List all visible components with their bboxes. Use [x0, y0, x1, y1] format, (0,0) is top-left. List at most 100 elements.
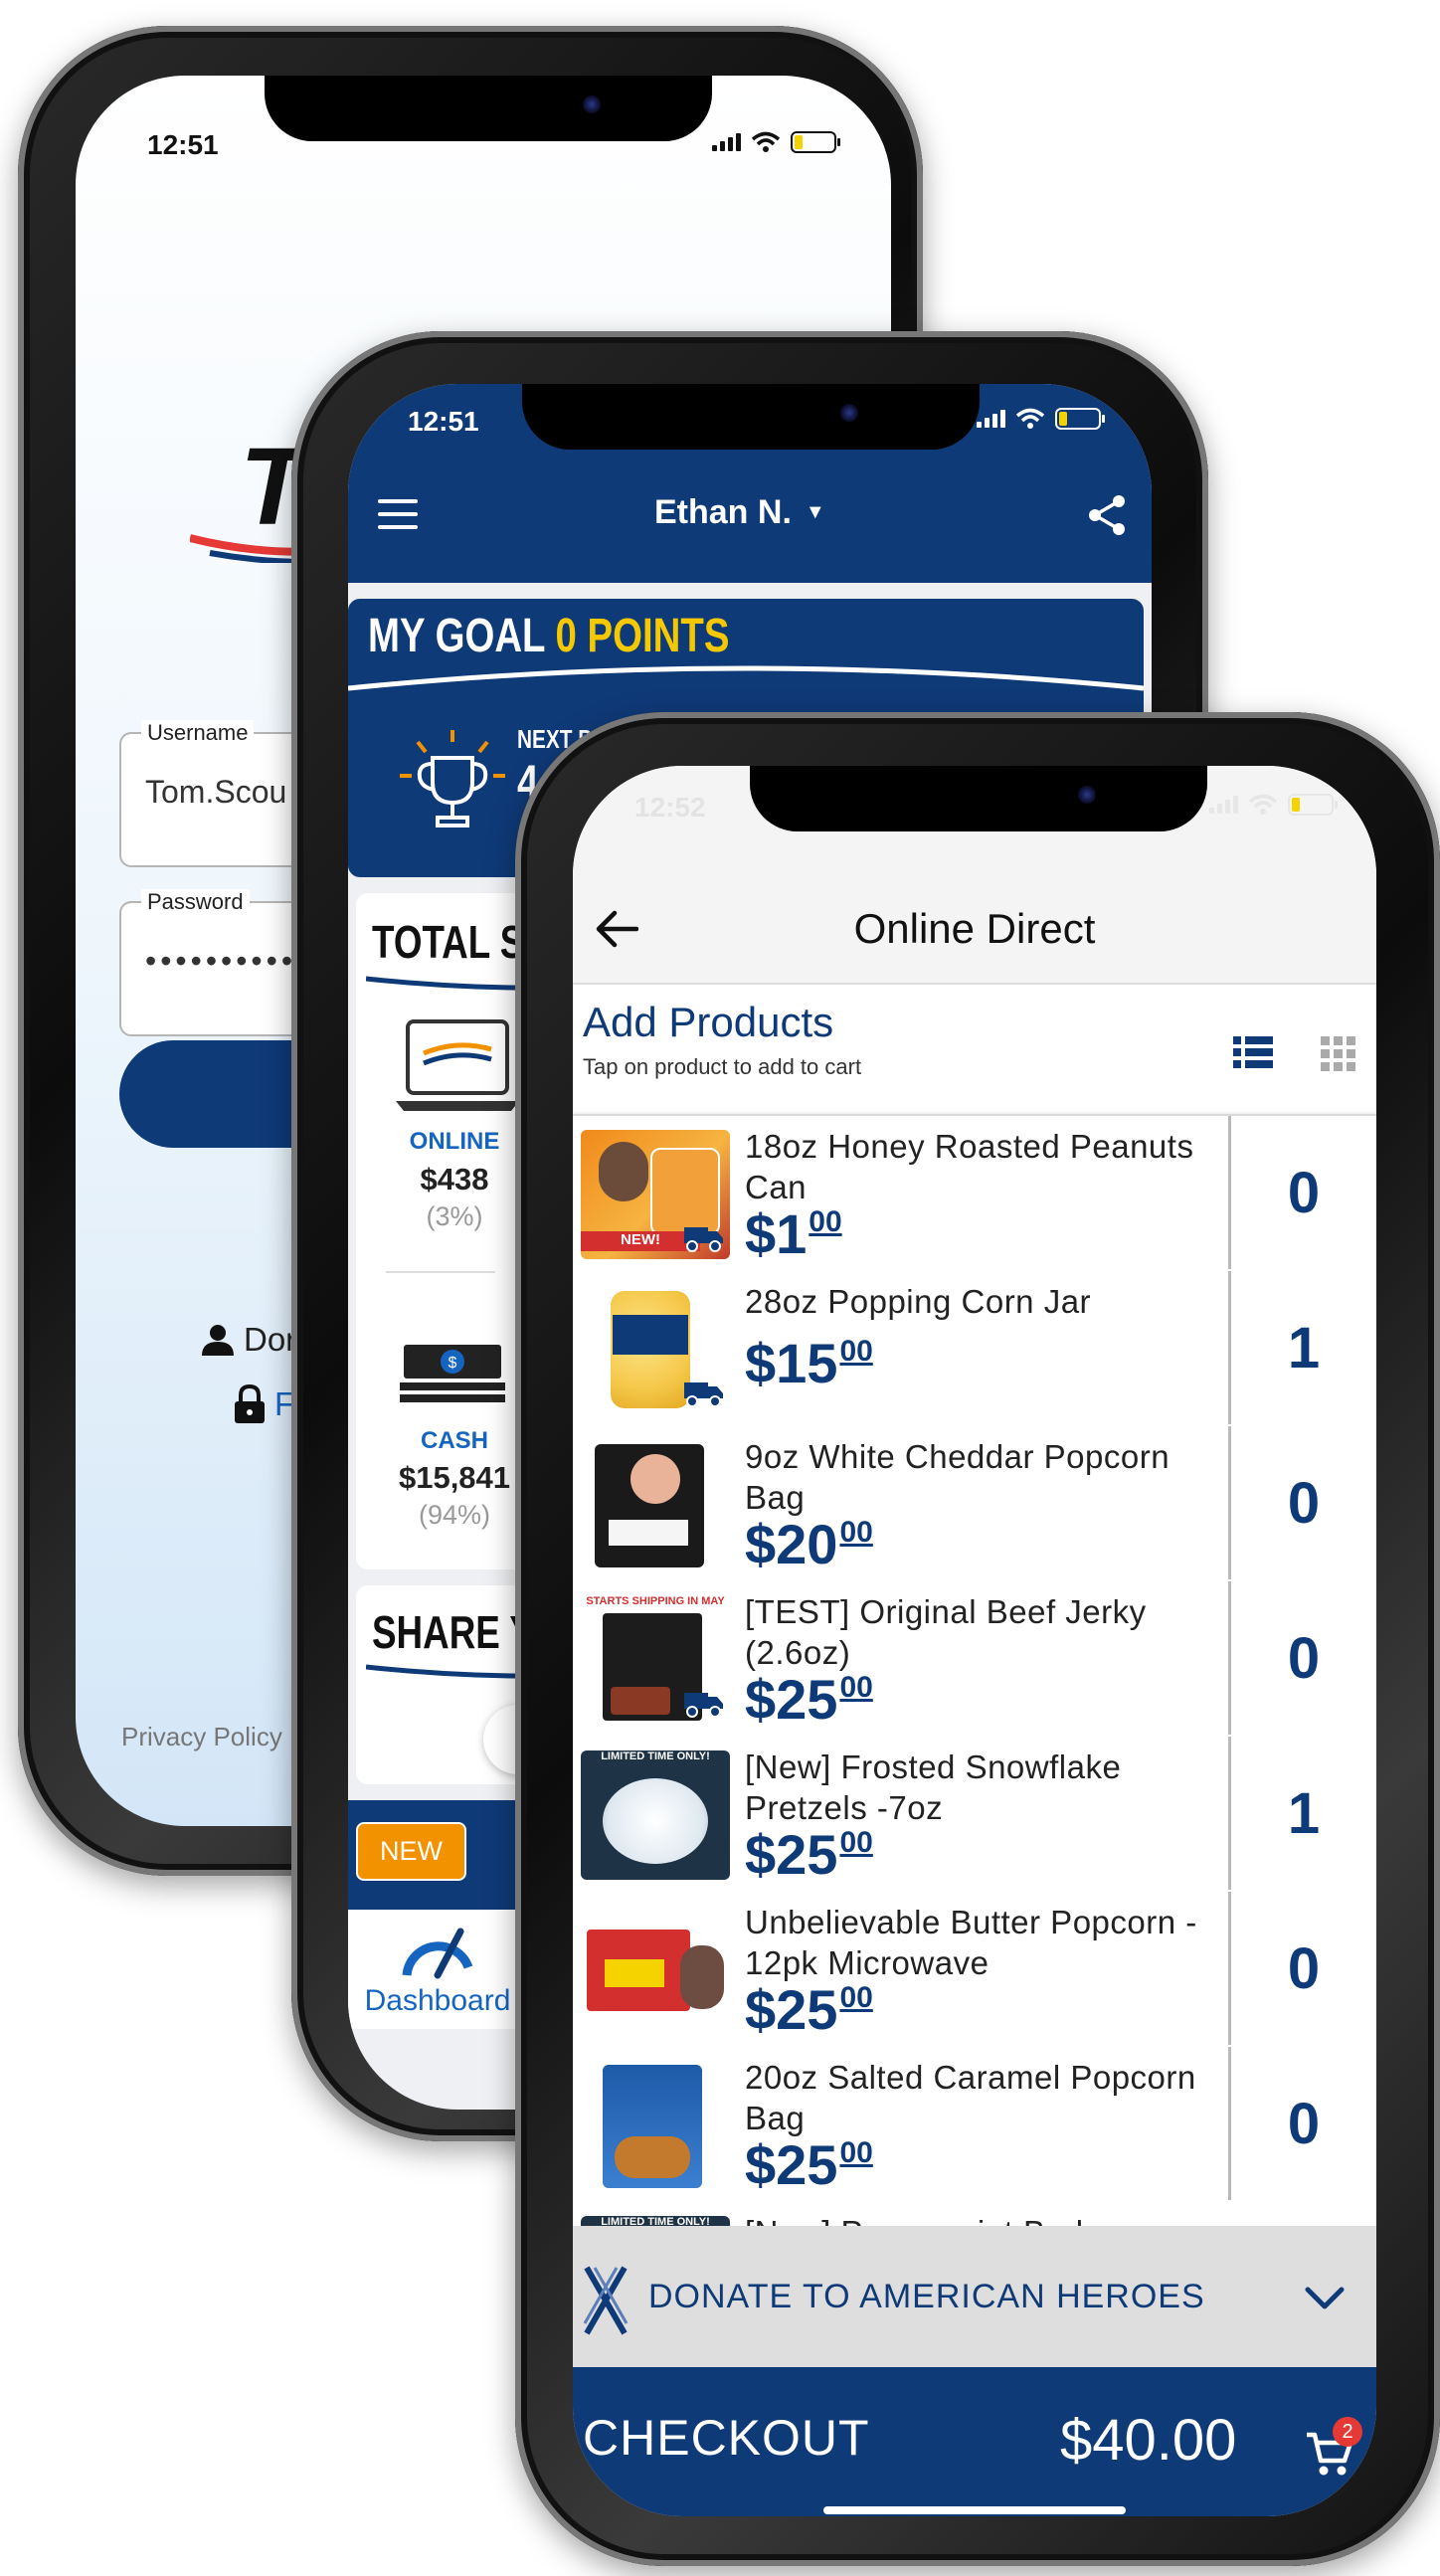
online-label: ONLINE	[409, 1128, 500, 1155]
username-label: Username	[141, 720, 255, 746]
cash-icon: $	[400, 1345, 505, 1402]
signal-icon	[1209, 796, 1238, 814]
svg-text:$: $	[449, 1355, 457, 1372]
notch	[265, 76, 712, 141]
wifi-icon	[751, 131, 781, 152]
product-image	[581, 2061, 730, 2190]
product-image-badge: LIMITED TIME ONLY!	[601, 1750, 710, 1762]
product-row[interactable]: Unbelievable Butter Popcorn - 12pk Micro…	[573, 1892, 1376, 2049]
product-image-badge: NEW!	[581, 1231, 700, 1251]
list-view-icon[interactable]	[1233, 1036, 1273, 1068]
add-products-title: Add Products	[583, 999, 834, 1045]
scout-selector[interactable]: Ethan N. ▼	[654, 493, 825, 532]
online-direct-phone: 12:52 Online Direct Add Products Tap on …	[515, 712, 1440, 2566]
product-name: Unbelievable Butter Popcorn - 12pk Micro…	[745, 1904, 1197, 1981]
menu-icon[interactable]	[378, 499, 418, 529]
battery-icon	[791, 131, 840, 153]
status-icons	[977, 408, 1105, 430]
product-name: 20oz Salted Caramel Popcorn Bag	[745, 2059, 1196, 2136]
signal-icon	[977, 410, 1005, 428]
donate-bar[interactable]: DONATE TO AMERICAN HEROES	[573, 2226, 1376, 2367]
product-qty[interactable]: 1	[1228, 1737, 1376, 1890]
scout-name: Ethan N.	[654, 493, 792, 531]
product-row[interactable]: 20oz Salted Caramel Popcorn Bag $2500 0	[573, 2047, 1376, 2204]
product-list: NEW! 18oz Honey Roasted Peanuts Can $100…	[573, 1114, 1376, 2228]
cash-pct: (94%)	[418, 1500, 491, 1530]
caret-down-icon: ▼	[805, 501, 825, 523]
product-qty[interactable]: 0	[1228, 1116, 1376, 1269]
signal-icon	[712, 133, 741, 151]
shipping-truck-icon	[684, 1382, 723, 1407]
trophy-icon	[400, 730, 505, 828]
product-name: 18oz Honey Roasted Peanuts Can	[745, 1128, 1194, 1205]
product-image-badge: STARTS SHIPPING IN MAY	[586, 1595, 725, 1607]
online-amount: $438	[420, 1162, 489, 1196]
cash-label: CASH	[420, 1427, 488, 1454]
laptop-icon	[396, 1019, 519, 1111]
product-price: $2500	[745, 1668, 873, 1731]
product-row[interactable]: STARTS SHIPPING IN MAY [TEST] Original B…	[573, 1581, 1376, 1739]
cash-amount: $15,841	[398, 1460, 511, 1495]
status-time: 12:51	[408, 406, 479, 437]
wifi-icon	[1248, 794, 1278, 815]
battery-icon	[1288, 794, 1338, 816]
person-icon	[202, 1325, 234, 1356]
goal-title: MY GOAL	[368, 610, 545, 662]
battery-icon	[1055, 408, 1105, 430]
product-name: 28oz Popping Corn Jar	[745, 1283, 1092, 1320]
online-pct: (3%)	[426, 1201, 483, 1231]
username-value: Tom.Scou	[145, 774, 287, 810]
product-price: $1500	[745, 1332, 873, 1394]
grid-view-icon[interactable]	[1321, 1036, 1356, 1072]
product-price: $2500	[745, 1978, 873, 2041]
product-price: $2000	[745, 1513, 873, 1575]
status-icons	[1209, 794, 1338, 816]
product-qty[interactable]: 0	[1228, 1581, 1376, 1735]
product-qty[interactable]: 1	[1228, 1271, 1376, 1424]
product-row[interactable]: 28oz Popping Corn Jar $1500 1	[573, 1271, 1376, 1428]
product-row[interactable]: 9oz White Cheddar Popcorn Bag $2000 0	[573, 1426, 1376, 1583]
product-price: $2500	[745, 2133, 873, 2196]
privacy-link[interactable]: Privacy Policy	[121, 1722, 282, 1752]
wifi-icon	[1015, 408, 1045, 429]
product-name: [New] Frosted Snowflake Pretzels -7oz	[745, 1748, 1122, 1826]
shipping-truck-icon	[684, 1693, 723, 1718]
lock-icon	[235, 1384, 265, 1423]
new-badge: NEW	[356, 1822, 466, 1881]
password-value: ••••••••••	[145, 943, 297, 979]
product-qty[interactable]: 0	[1228, 2047, 1376, 2200]
product-row[interactable]: LIMITED TIME ONLY! [New] Peppermint Bark	[573, 2202, 1376, 2228]
product-image: LIMITED TIME ONLY!	[581, 1750, 730, 1880]
online-direct-screen: 12:52 Online Direct Add Products Tap on …	[573, 766, 1376, 2516]
donate-label: DONATE TO AMERICAN HEROES	[648, 2278, 1205, 2315]
product-qty[interactable]: 0	[1228, 1892, 1376, 2045]
product-price: $2500	[745, 1823, 873, 1886]
status-time: 12:51	[147, 129, 219, 160]
status-icons	[712, 131, 840, 153]
page-title: Online Direct	[853, 905, 1096, 952]
add-products-header: Add Products Tap on product to add to ca…	[573, 985, 1376, 1112]
product-name: [TEST] Original Beef Jerky (2.6oz)	[745, 1593, 1147, 1671]
product-name: 9oz White Cheddar Popcorn Bag	[745, 1438, 1170, 1516]
notch	[750, 766, 1207, 831]
product-image	[581, 1440, 730, 1569]
product-price: $100	[745, 1202, 842, 1265]
checkout-bar[interactable]: CHECKOUT $40.00 2	[573, 2367, 1376, 2516]
share-icon[interactable]	[1086, 493, 1128, 537]
checkout-label: CHECKOUT	[583, 2410, 870, 2466]
chevron-down-icon[interactable]	[1305, 2286, 1345, 2311]
product-row[interactable]: LIMITED TIME ONLY! [New] Frosted Snowfla…	[573, 1737, 1376, 1894]
product-image	[581, 1906, 730, 2035]
status-time: 12:52	[634, 792, 706, 823]
product-qty[interactable]: 0	[1228, 1426, 1376, 1579]
nav-dashboard-label: Dashboard	[364, 1984, 511, 2017]
shipping-truck-icon	[684, 1227, 723, 1252]
donate-link[interactable]: Don	[200, 1321, 304, 1359]
gauge-icon	[402, 1928, 473, 1979]
nav-dashboard[interactable]: Dashboard	[358, 1918, 517, 2018]
home-indicator	[823, 2506, 1126, 2514]
product-row[interactable]: NEW! 18oz Honey Roasted Peanuts Can $100…	[573, 1116, 1376, 1273]
notch	[522, 384, 980, 450]
add-products-hint: Tap on product to add to cart	[583, 1054, 862, 1079]
checkout-total: $40.00	[1060, 2408, 1237, 2473]
